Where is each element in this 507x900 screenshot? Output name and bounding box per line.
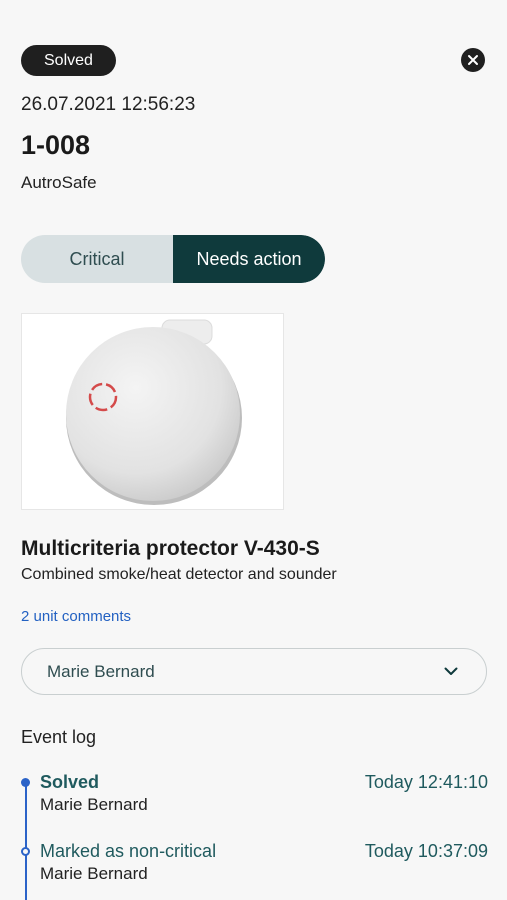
close-button[interactable]	[461, 48, 485, 72]
segment-needs-action[interactable]: Needs action	[173, 235, 325, 283]
priority-segmented-control: Critical Needs action	[21, 235, 325, 283]
status-badge: Solved	[21, 45, 116, 76]
event-time: Today 10:37:09	[364, 841, 488, 861]
timeline-dot	[21, 847, 30, 856]
event-log-entry: Marked as non-critical Today 10:37:09 Ma…	[40, 841, 488, 884]
segment-critical[interactable]: Critical	[21, 235, 173, 283]
assignee-dropdown[interactable]: Marie Bernard	[21, 648, 487, 695]
event-user: Marie Bernard	[40, 864, 148, 883]
timeline-dot-active	[21, 778, 30, 787]
event-detail-screen: Solved 26.07.2021 12:56:23 1-008 AutroSa…	[0, 0, 507, 900]
unit-comments-link[interactable]: 2 unit comments	[21, 608, 131, 625]
event-time: Today 12:41:10	[364, 772, 488, 792]
event-timestamp: 26.07.2021 12:56:23	[21, 94, 196, 115]
event-log-entry: Solved Today 12:41:10 Marie Bernard	[40, 772, 488, 815]
chevron-down-icon	[444, 667, 458, 675]
close-icon	[468, 55, 478, 65]
event-log-heading: Event log	[21, 727, 97, 747]
product-description: Combined smoke/heat detector and sounder	[21, 566, 337, 583]
event-user: Marie Bernard	[40, 795, 148, 814]
unit-id-title: 1-008	[21, 130, 91, 160]
product-image	[21, 313, 284, 510]
system-name: AutroSafe	[21, 173, 97, 192]
product-name: Multicriteria protector V-430-S	[21, 537, 320, 560]
event-title: Solved	[40, 772, 100, 792]
timeline-line	[25, 782, 27, 900]
assignee-value: Marie Bernard	[47, 661, 155, 681]
event-title: Marked as non-critical	[40, 841, 217, 861]
detector-illustration	[66, 319, 242, 505]
